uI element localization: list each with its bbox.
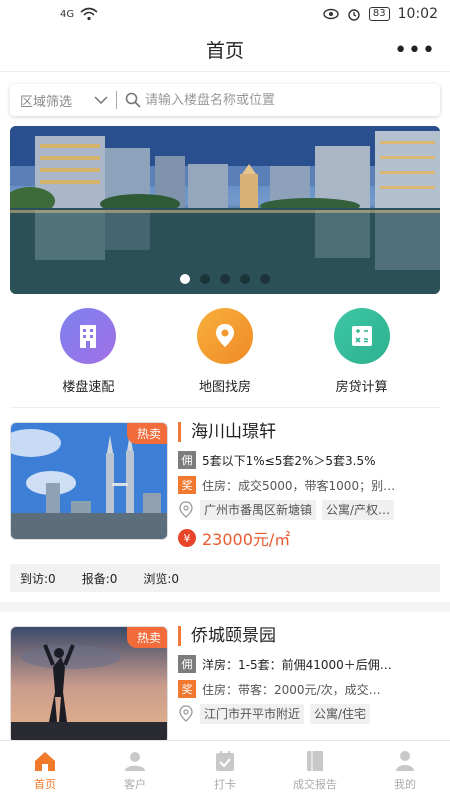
section-divider [0, 602, 450, 612]
tab-label: 我的 [394, 777, 416, 791]
commission-badge: 佣 [178, 655, 196, 673]
listing-name: 侨城颐景园 [178, 626, 440, 646]
region-filter[interactable]: 区域筛选 [20, 91, 116, 110]
tab-label: 客户 [124, 777, 146, 791]
banner-image [10, 126, 440, 294]
stat-reports: 报备:0 [81, 571, 118, 586]
bottom-tab-bar: 首页 客户 打卡 成交报告 我的 [0, 740, 450, 800]
network-label: 4G [60, 8, 75, 20]
carousel-dot[interactable] [260, 274, 270, 284]
listing-price: 23000元/㎡ [202, 530, 291, 549]
commission-badge: 佣 [178, 451, 196, 469]
listing-top: 热卖 侨城颐景园 佣 洋房：1-5套：前佣41000＋后佣… 奖 住房：带客：2… [10, 626, 440, 744]
property-type: 公寓/产权… [322, 500, 395, 520]
commission-line: 佣 洋房：1-5套：前佣41000＋后佣… [178, 654, 440, 674]
listing-thumbnail: 热卖 [10, 422, 168, 540]
tab-customers[interactable]: 客户 [100, 750, 170, 792]
yen-icon: ¥ [178, 529, 196, 547]
battery-indicator: 83 [368, 7, 390, 21]
quick-action-property-match[interactable]: 楼盘速配 [33, 308, 143, 395]
search-divider [116, 91, 118, 109]
commission-text: 5套以下1%≤5套2%＞5套3.5% [202, 453, 376, 468]
calculator-icon [333, 308, 390, 364]
price-row: ¥ 23000元/㎡ [178, 526, 440, 550]
search-section: 区域筛选 [0, 72, 450, 116]
listing-card[interactable]: 热卖 侨城颐景园 佣 洋房：1-5套：前佣41000＋后佣… 奖 住房：带客：2… [0, 612, 450, 744]
carousel-dot[interactable] [220, 274, 230, 284]
reward-badge: 奖 [178, 680, 196, 698]
quick-action-map-search[interactable]: 地图找房 [170, 308, 280, 395]
listing-info: 海川山璟轩 佣 5套以下1%≤5套2%＞5套3.5% 奖 住房：成交5000，带… [178, 422, 440, 550]
tab-label: 成交报告 [293, 777, 337, 791]
calendar-check-icon [216, 750, 234, 771]
address-line: 江门市开平市附近 公寓/住宅 [178, 704, 440, 724]
tab-me[interactable]: 我的 [370, 750, 440, 792]
commission-text: 洋房：1-5套：前佣41000＋后佣… [202, 657, 392, 672]
more-options-icon[interactable]: ••• [394, 38, 436, 63]
alarm-icon [348, 9, 360, 21]
address-text: 广州市番禺区新塘镇 [200, 500, 317, 520]
tab-home[interactable]: 首页 [10, 750, 80, 792]
tab-checkin[interactable]: 打卡 [190, 750, 260, 792]
reward-text: 住房：成交5000，带客1000；别… [202, 478, 396, 493]
tab-deal-report[interactable]: 成交报告 [280, 750, 350, 792]
listing-top: 热卖 海川山璟轩 佣 5套以下1%≤5套2%＞5套3.5% 奖 住房：成交500… [10, 422, 440, 550]
tab-label: 打卡 [214, 777, 236, 791]
profile-icon [396, 750, 414, 771]
search-input[interactable] [145, 92, 430, 108]
chevron-down-icon [94, 96, 108, 104]
search-bar: 区域筛选 [10, 84, 440, 116]
carousel-dots [10, 274, 440, 284]
reward-text: 住房：带客：2000元/次，成交… [202, 682, 381, 697]
listing-info: 侨城颐景园 佣 洋房：1-5套：前佣41000＋后佣… 奖 住房：带客：2000… [178, 626, 440, 744]
hot-tag: 热卖 [126, 627, 167, 648]
commission-line: 佣 5套以下1%≤5套2%＞5套3.5% [178, 450, 440, 470]
status-bar: 4G 83 10:02 [0, 0, 450, 28]
carousel-dot[interactable] [240, 274, 250, 284]
carousel-dot[interactable] [180, 274, 190, 284]
clock: 10:02 [397, 6, 438, 22]
tab-label: 首页 [34, 777, 56, 791]
quick-action-label: 地图找房 [198, 380, 251, 395]
home-icon [35, 751, 55, 771]
banner-carousel[interactable] [10, 126, 440, 294]
listing-name: 海川山璟轩 [178, 422, 440, 442]
status-left: 4G [60, 7, 98, 21]
building-icon [60, 308, 117, 364]
map-pin-icon [196, 308, 253, 364]
report-icon [307, 750, 323, 771]
quick-action-label: 楼盘速配 [62, 380, 115, 395]
wifi-icon [80, 7, 98, 21]
listing-thumbnail: 热卖 [10, 626, 168, 744]
listing-card[interactable]: 热卖 海川山璟轩 佣 5套以下1%≤5套2%＞5套3.5% 奖 住房：成交500… [0, 408, 450, 592]
listing-stats: 到访:0 报备:0 浏览:0 [10, 564, 440, 592]
stat-views: 浏览:0 [143, 571, 180, 586]
stat-visits: 到访:0 [20, 571, 56, 586]
search-icon [125, 92, 141, 108]
quick-action-mortgage-calc[interactable]: 房贷计算 [307, 308, 417, 395]
reward-line: 奖 住房：带客：2000元/次，成交… [178, 679, 440, 699]
user-icon [125, 751, 145, 771]
quick-action-label: 房贷计算 [335, 380, 388, 395]
region-filter-label: 区域筛选 [20, 94, 73, 110]
reward-line: 奖 住房：成交5000，带客1000；别… [178, 475, 440, 495]
location-icon [179, 705, 193, 722]
address-line: 广州市番禺区新塘镇 公寓/产权… [178, 500, 440, 520]
status-right: 83 10:02 [323, 6, 438, 22]
hot-tag: 热卖 [126, 423, 167, 444]
location-icon [179, 501, 193, 518]
nav-bar: 首页 ••• [0, 28, 450, 72]
page-title: 首页 [205, 40, 244, 62]
property-type: 公寓/住宅 [310, 704, 371, 724]
quick-actions: 楼盘速配 地图找房 房贷计算 [10, 294, 440, 408]
reward-badge: 奖 [178, 476, 196, 494]
eye-icon [323, 8, 339, 20]
address-text: 江门市开平市附近 [200, 704, 305, 724]
carousel-dot[interactable] [200, 274, 210, 284]
